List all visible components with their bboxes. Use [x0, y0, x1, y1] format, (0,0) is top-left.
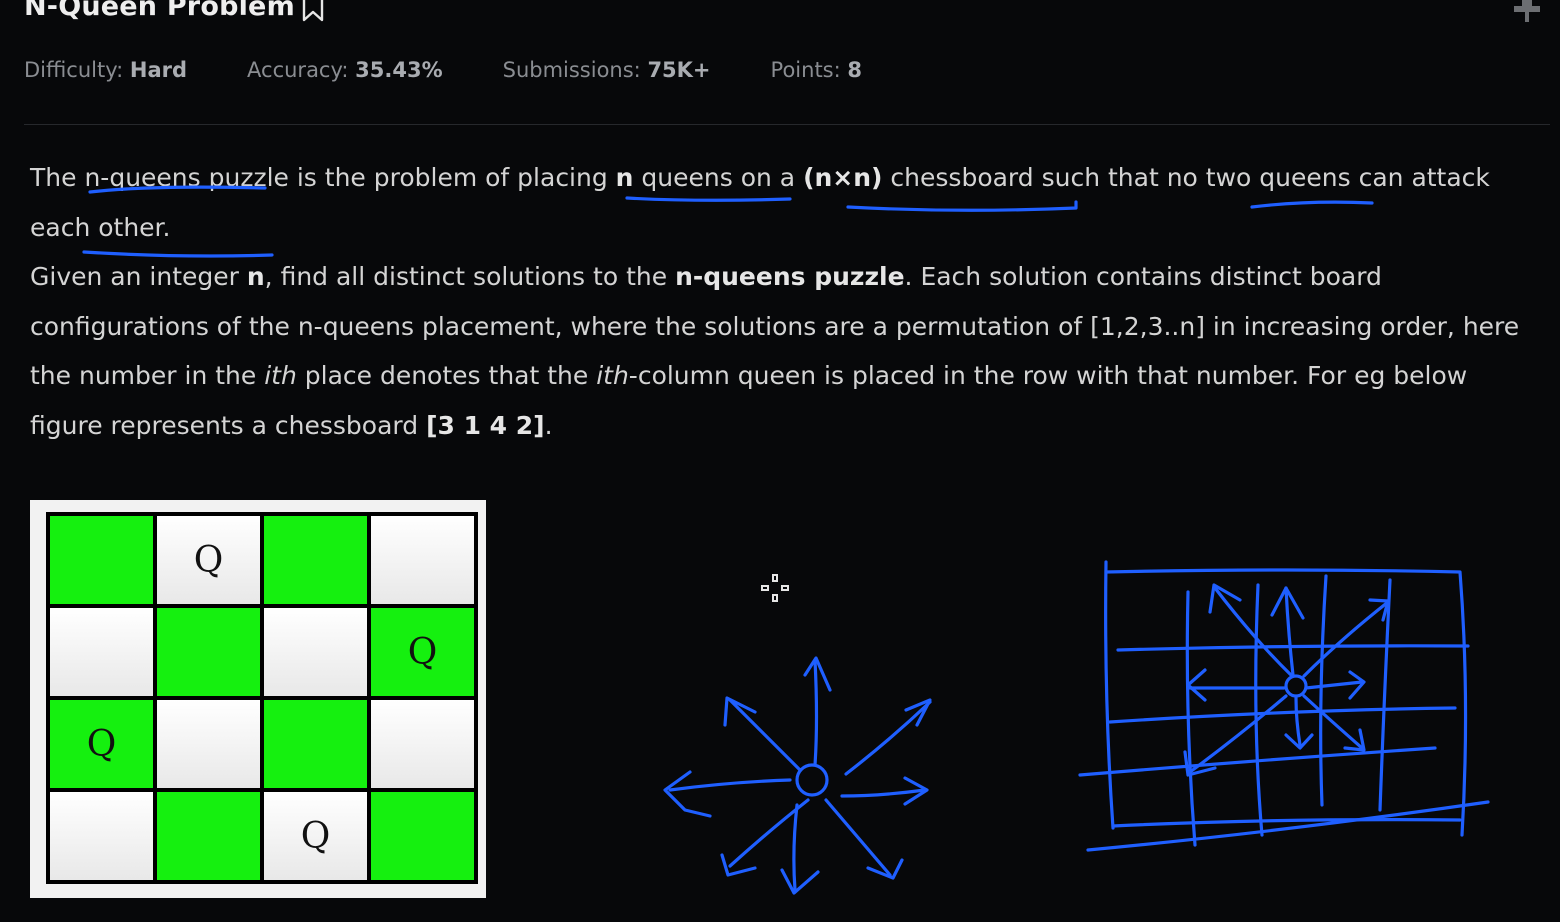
board-cell: Q [157, 516, 260, 604]
board-cell [371, 700, 474, 788]
board-cell: Q [50, 700, 153, 788]
board-cell: Q [371, 608, 474, 696]
board-cell [264, 608, 367, 696]
board-cell [371, 516, 474, 604]
chessboard-figure: Q Q Q Q [30, 500, 486, 898]
board-cell [50, 516, 153, 604]
pin-icon[interactable] [1510, 0, 1544, 22]
queen: Q [86, 723, 117, 765]
board-cell [157, 608, 260, 696]
board-cell [50, 792, 153, 880]
difficulty: Difficulty: Hard [24, 58, 188, 82]
move-cursor-icon [761, 574, 789, 602]
grid-sketch [1078, 560, 1490, 852]
board-cell [157, 792, 260, 880]
queen: Q [407, 631, 438, 673]
problem-meta: Difficulty: Hard Accuracy: 35.43% Submis… [24, 58, 922, 82]
board-cell [157, 700, 260, 788]
problem-description: The n-queens puzzle is the problem of pl… [30, 153, 1540, 450]
chessboard: Q Q Q Q [46, 512, 478, 884]
board-cell [371, 792, 474, 880]
points: Points: 8 [770, 58, 862, 82]
board-cell [264, 700, 367, 788]
queen: Q [300, 815, 331, 857]
board-cell [50, 608, 153, 696]
queen-moves-sketch [663, 656, 932, 895]
queen: Q [193, 539, 224, 581]
submissions: Submissions: 75K+ [502, 58, 711, 82]
title-row: N-Queen Problem [24, 0, 325, 26]
description-paragraph-1: The n-queens puzzle is the problem of pl… [30, 163, 1490, 242]
divider [24, 124, 1550, 125]
description-paragraph-2: Given an integer n, find all distinct so… [30, 262, 1520, 440]
page-title: N-Queen Problem [24, 0, 295, 22]
board-cell: Q [264, 792, 367, 880]
bookmark-icon[interactable] [301, 0, 325, 22]
accuracy: Accuracy: 35.43% [247, 58, 443, 82]
board-cell [264, 516, 367, 604]
